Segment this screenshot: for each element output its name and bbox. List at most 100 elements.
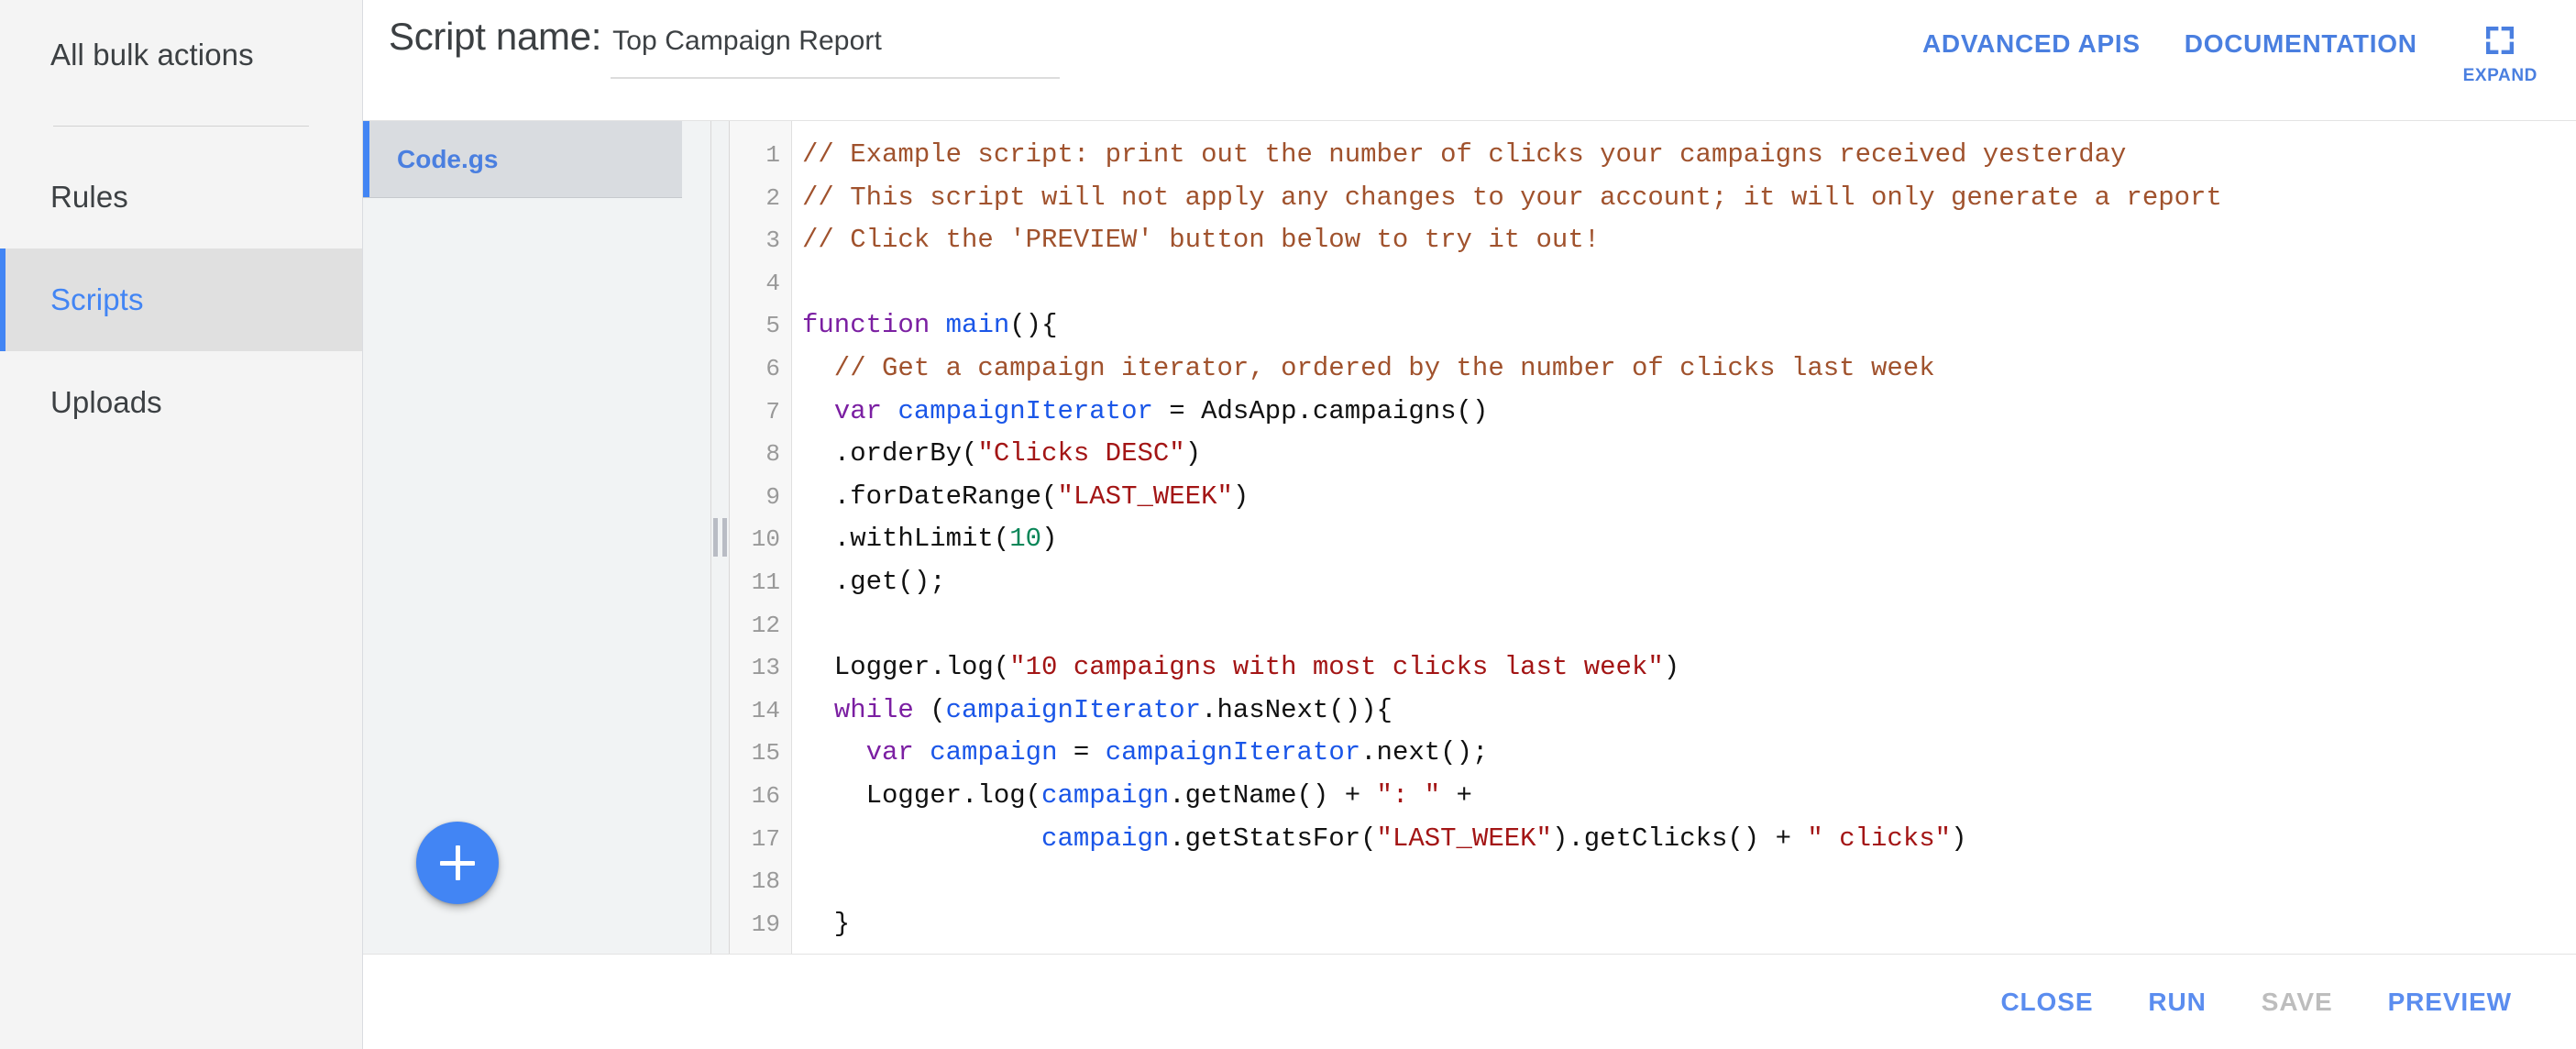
drag-handle-icon [713, 518, 727, 557]
expand-button[interactable]: EXPAND [2463, 20, 2537, 86]
code-token-plain: + [1440, 779, 1472, 811]
code-line: .orderBy("Clicks DESC") [802, 433, 2576, 476]
line-number: 9 [765, 482, 780, 511]
run-button[interactable]: RUN [2120, 977, 2233, 1028]
code-token-keyword: while [833, 694, 930, 725]
code-token-ident: campaignIterator [945, 694, 1202, 725]
line-number: 20 [730, 945, 780, 954]
code-line: var campaign = campaignIterator.next(); [802, 732, 2576, 775]
code-token-ident: campaignIterator [1105, 737, 1361, 768]
code-line: function main(){ [802, 304, 2576, 348]
code-token-plain: (){ [1009, 310, 1058, 341]
add-file-button[interactable] [416, 822, 499, 904]
code-token-ident: campaign [930, 737, 1058, 768]
fullscreen-expand-icon [2486, 27, 2515, 54]
line-number: 14 [751, 696, 780, 724]
code-line: } [802, 945, 2576, 954]
line-number: 8 [765, 440, 780, 469]
line-number: 13 [751, 654, 780, 682]
code-token-string: ": " [1376, 779, 1441, 811]
code-token-string: "LAST_WEEK" [1376, 823, 1552, 854]
code-token-plain: ) [1951, 823, 1967, 854]
code-line: while (campaignIterator.hasNext()){ [802, 690, 2576, 733]
advanced-apis-button[interactable]: ADVANCED APIS [1900, 20, 2163, 68]
editor-footer-toolbar: CLOSE RUN SAVE PREVIEW [363, 954, 2576, 1049]
sidebar-item-label: Rules [50, 180, 128, 214]
line-number: 19 [751, 910, 780, 938]
line-number: 7 [765, 397, 780, 425]
close-button[interactable]: CLOSE [1973, 977, 2120, 1028]
file-tab-code-gs[interactable]: Code.gs [363, 121, 682, 198]
script-name-input[interactable] [611, 26, 1061, 79]
code-token-ident: campaign [1041, 779, 1170, 811]
code-token-comment: // Get a campaign iterator, ordered by t… [802, 352, 1935, 383]
line-number: 3 [765, 226, 780, 255]
line-number: 11 [751, 568, 780, 596]
editor-header: Script name: ADVANCED APIS DOCUMENTATION… [363, 0, 2576, 120]
sidebar-item-label: Uploads [50, 385, 162, 419]
code-token-plain: .getName() + [1169, 779, 1377, 811]
code-token-plain: = AdsApp.campaigns() [1152, 395, 1489, 426]
code-token-comment: // Click the 'PREVIEW' button below to t… [802, 225, 1601, 256]
code-line: } [802, 903, 2576, 946]
line-number: 17 [751, 824, 780, 853]
code-token-plain: Logger.log( [802, 652, 1010, 683]
sidebar-item-label: All bulk actions [50, 38, 254, 72]
script-editor-page: All bulk actions Rules Scripts Uploads S… [0, 0, 2576, 1049]
line-number: 4 [765, 269, 780, 297]
code-line: var campaignIterator = AdsApp.campaigns(… [802, 391, 2576, 434]
code-editor[interactable]: 1234567891011121314151617181920 // Examp… [730, 121, 2576, 954]
code-line: // Example script: print out the number … [802, 134, 2576, 177]
expand-label: EXPAND [2462, 66, 2537, 85]
preview-button[interactable]: PREVIEW [2361, 977, 2539, 1028]
code-line: .get(); [802, 561, 2576, 604]
code-token-plain: } [802, 908, 851, 939]
code-token-ident: campaignIterator [897, 395, 1153, 426]
documentation-button[interactable]: DOCUMENTATION [2163, 20, 2439, 68]
left-sidebar-nav: All bulk actions Rules Scripts Uploads [0, 0, 363, 1049]
code-token-string: "LAST_WEEK" [1057, 480, 1233, 512]
script-name-label: Script name: [389, 15, 602, 58]
file-list-pane: Code.gs [363, 121, 711, 954]
code-line: campaign.getStatsFor("LAST_WEEK").getCli… [802, 818, 2576, 861]
code-line: .forDateRange("LAST_WEEK") [802, 476, 2576, 519]
code-line: Logger.log(campaign.getName() + ": " + [802, 775, 2576, 818]
line-number: 5 [765, 312, 780, 340]
script-name-group: Script name: [389, 15, 1061, 79]
code-line: // Click the 'PREVIEW' button below to t… [802, 219, 2576, 262]
code-token-plain: .hasNext()){ [1201, 694, 1393, 725]
line-number: 2 [765, 183, 780, 212]
code-token-plain: ) [1041, 524, 1058, 555]
code-token-plain: Logger.log( [802, 779, 1042, 811]
header-actions: ADVANCED APIS DOCUMENTATION EXPAND [1900, 0, 2576, 86]
code-line: // This script will not apply any change… [802, 177, 2576, 220]
code-token-keyword: function [802, 310, 946, 341]
line-number: 18 [751, 867, 780, 896]
pane-splitter-handle[interactable] [711, 121, 730, 954]
code-token-plain: .forDateRange( [802, 480, 1058, 512]
line-number: 12 [751, 611, 780, 639]
editor-panel: Script name: ADVANCED APIS DOCUMENTATION… [363, 0, 2576, 1049]
code-token-plain: .getStatsFor( [1169, 823, 1377, 854]
code-token-plain: = [1057, 737, 1106, 768]
code-token-plain: ) [1232, 480, 1249, 512]
sidebar-item-rules[interactable]: Rules [0, 146, 362, 248]
sidebar-divider [53, 126, 309, 127]
code-token-plain: ) [1663, 652, 1680, 683]
sidebar-item-scripts[interactable]: Scripts [0, 248, 362, 351]
sidebar-item-uploads[interactable]: Uploads [0, 351, 362, 454]
code-token-string: "Clicks DESC" [977, 438, 1185, 469]
line-number: 10 [751, 525, 780, 554]
save-button: SAVE [2234, 977, 2361, 1028]
code-content[interactable]: // Example script: print out the number … [792, 121, 2576, 954]
code-token-number: 10 [1009, 524, 1042, 555]
sidebar-item-all-bulk-actions[interactable]: All bulk actions [0, 4, 362, 106]
line-number-gutter: 1234567891011121314151617181920 [730, 121, 792, 954]
